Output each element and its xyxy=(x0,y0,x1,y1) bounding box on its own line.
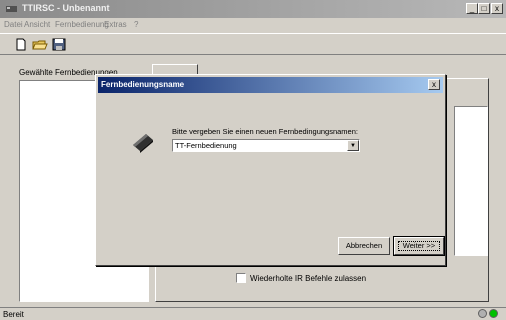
name-prompt-label: Bitte vergeben Sie einen neuen Fernbedin… xyxy=(172,127,358,136)
new-icon[interactable] xyxy=(13,37,29,52)
remote-name-dialog: Fernbedienungsname x Bitte vergeben Sie … xyxy=(95,74,446,266)
remote-control-icon xyxy=(133,134,153,153)
dialog-title-bar[interactable]: Fernbedienungsname x xyxy=(98,77,443,93)
repeat-ir-checkbox[interactable] xyxy=(236,273,246,283)
menu-fernbedienung[interactable]: Fernbedienung xyxy=(55,20,109,29)
status-indicators xyxy=(478,309,498,318)
main-title-bar[interactable]: TTIRSC - Unbenannt _ □ x xyxy=(0,0,506,18)
status-led-green-icon xyxy=(489,309,498,318)
status-text: Bereit xyxy=(3,310,24,319)
toolbar xyxy=(0,33,506,55)
commands-table[interactable] xyxy=(454,106,488,256)
chevron-down-icon[interactable]: ▼ xyxy=(347,140,359,151)
close-button[interactable]: x xyxy=(491,3,503,14)
menu-help[interactable]: ? xyxy=(134,20,138,29)
window-title: TTIRSC - Unbenannt xyxy=(22,3,110,13)
menu-bar: Datei Ansicht Fernbedienung Extras ? xyxy=(0,18,506,32)
menu-ansicht[interactable]: Ansicht xyxy=(24,20,50,29)
save-icon[interactable] xyxy=(51,37,67,52)
open-folder-icon[interactable] xyxy=(32,37,48,52)
repeat-ir-label: Wiederholte IR Befehle zulassen xyxy=(250,273,367,283)
dialog-title: Fernbedienungsname xyxy=(101,80,185,89)
repeat-ir-option[interactable]: Wiederholte IR Befehle zulassen xyxy=(236,272,366,284)
remote-name-combobox[interactable]: TT-Fernbedienung ▼ xyxy=(172,139,360,152)
menu-datei[interactable]: Datei xyxy=(4,20,23,29)
next-button[interactable]: Weiter >> xyxy=(393,236,445,256)
status-led-grey-icon xyxy=(478,309,487,318)
dialog-close-button[interactable]: x xyxy=(428,79,440,90)
minimize-button[interactable]: _ xyxy=(466,3,478,14)
remote-name-value[interactable]: TT-Fernbedienung xyxy=(173,141,347,150)
focus-ring xyxy=(398,241,440,251)
menu-extras[interactable]: Extras xyxy=(104,20,127,29)
app-icon xyxy=(6,6,17,12)
maximize-button[interactable]: □ xyxy=(478,3,490,14)
cancel-button[interactable]: Abbrechen xyxy=(338,237,390,255)
status-bar: Bereit xyxy=(0,307,506,320)
